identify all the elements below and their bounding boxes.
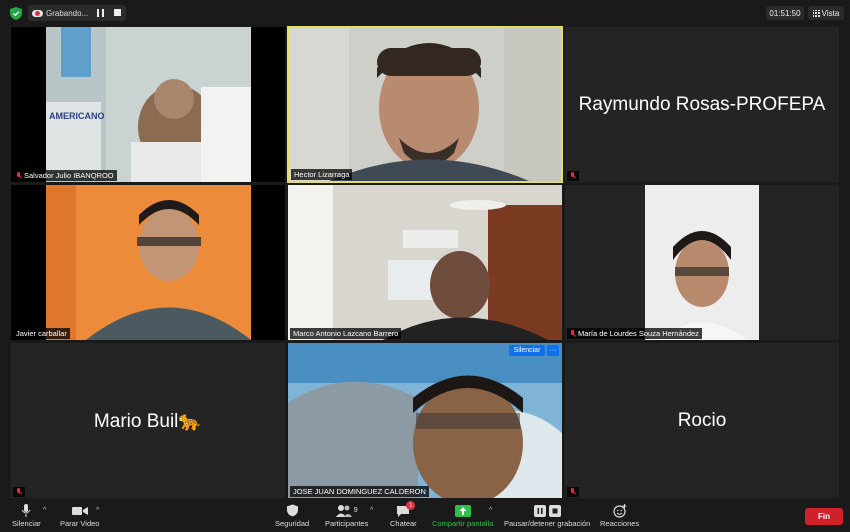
meeting-toolbar: Silenciar ^ Parar Video ^ Seguridad 9 Pa… xyxy=(0,500,850,532)
mute-button[interactable]: Silenciar xyxy=(12,503,41,528)
muted-mic-icon xyxy=(570,329,576,338)
participant-name: Hector Lizarraga xyxy=(294,170,350,179)
security-button[interactable]: Seguridad xyxy=(275,503,309,528)
muted-mic-icon xyxy=(16,171,22,180)
pause-stop-icon xyxy=(533,503,561,518)
grid-view-icon xyxy=(812,9,820,17)
participant-name-tag xyxy=(567,171,579,181)
stop-video-label: Parar Video xyxy=(60,519,100,528)
top-bar: Grabando... 01:51:50 Vista xyxy=(0,0,850,26)
participant-name-tag xyxy=(13,487,25,497)
participant-video xyxy=(11,185,285,340)
stop-recording-icon[interactable] xyxy=(114,9,121,16)
video-tile-hector[interactable]: Hector Lizarraga xyxy=(287,26,563,183)
participants-count: 9 xyxy=(353,507,358,514)
video-tile-mario[interactable]: Mario Buil🐆 xyxy=(11,343,285,498)
participant-name-tag: Hector Lizarraga xyxy=(291,169,353,180)
video-tile-salvador[interactable]: AMERICANO Salvador Julio IBANQROO xyxy=(11,27,285,182)
chevron-up-icon[interactable]: ^ xyxy=(489,507,492,514)
muted-mic-icon xyxy=(16,488,22,496)
video-tile-marco[interactable]: Marco Antonio Lazcano Barrero xyxy=(288,185,562,340)
shield-icon xyxy=(286,503,298,518)
participant-name-tag: María de Lourdes Souza Hernández xyxy=(567,328,702,339)
video-tile-rocio[interactable]: Rocio xyxy=(565,343,839,498)
cloud-record-icon xyxy=(32,9,43,17)
participant-name: Javier carballar xyxy=(16,329,67,338)
security-shield-icon[interactable] xyxy=(10,7,22,20)
emoji-plus-icon xyxy=(612,503,627,518)
end-meeting-button[interactable]: Fin xyxy=(805,508,843,525)
participant-name-tag: Javier carballar xyxy=(13,328,70,339)
muted-mic-icon xyxy=(570,488,576,496)
participant-video xyxy=(565,185,839,340)
chat-icon: 1 xyxy=(396,501,416,518)
video-tile-raymundo[interactable]: Raymundo Rosas-PROFEPA xyxy=(565,27,839,182)
participant-video: AMERICANO xyxy=(11,27,285,182)
participant-video xyxy=(288,343,562,498)
participant-name-tag xyxy=(567,487,579,497)
mute-participant-button[interactable]: Silenciar xyxy=(509,345,545,356)
video-tile-jose-juan[interactable]: Silenciar ··· JOSE JUAN DOMINGUEZ CALDER… xyxy=(288,343,562,498)
participants-button[interactable]: 9 Participantes xyxy=(325,503,368,528)
participant-video xyxy=(289,28,561,181)
reactions-button[interactable]: Reacciones xyxy=(600,503,639,528)
view-button[interactable]: Vista xyxy=(808,6,844,20)
chevron-up-icon[interactable]: ^ xyxy=(370,507,373,514)
share-screen-icon xyxy=(454,503,471,518)
video-camera-icon xyxy=(71,503,88,518)
chat-badge: 1 xyxy=(406,501,416,510)
video-tile-javier[interactable]: Javier carballar xyxy=(11,185,285,340)
recording-indicator: Grabando... xyxy=(28,5,126,21)
microphone-icon xyxy=(21,503,31,518)
participant-display-name: Mario Buil🐆 xyxy=(93,410,203,432)
chat-button[interactable]: 1 Chatear xyxy=(390,501,417,528)
participant-name: Marco Antonio Lazcano Barrero xyxy=(293,329,399,338)
chevron-up-icon[interactable]: ^ xyxy=(96,507,99,514)
more-options-button[interactable]: ··· xyxy=(547,345,559,356)
recording-label: Grabando... xyxy=(46,8,89,18)
reactions-label: Reacciones xyxy=(600,519,640,528)
participant-display-name: Rocio xyxy=(677,409,727,431)
participant-name-tag: JOSE JUAN DOMINGUEZ CALDERON xyxy=(290,486,429,497)
pause-recording-icon[interactable] xyxy=(97,9,104,17)
meeting-timer: 01:51:50 xyxy=(766,6,804,20)
security-label: Seguridad xyxy=(275,519,310,528)
participant-name: JOSE JUAN DOMINGUEZ CALDERON xyxy=(293,487,426,496)
share-screen-label: Compartir pantalla xyxy=(432,519,494,528)
view-label: Vista xyxy=(821,8,840,18)
participant-video xyxy=(288,185,562,340)
svg-text:AMERICANO: AMERICANO xyxy=(49,111,105,121)
participant-name: María de Lourdes Souza Hernández xyxy=(578,329,699,338)
participant-name-tag: Salvador Julio IBANQROO xyxy=(13,170,117,181)
participants-label: Participantes xyxy=(325,519,369,528)
pause-stop-recording-label: Pausar/detener grabación xyxy=(504,519,591,528)
chevron-up-icon[interactable]: ^ xyxy=(43,507,46,514)
participant-display-name: Raymundo Rosas-PROFEPA xyxy=(578,93,826,115)
share-screen-button[interactable]: Compartir pantalla xyxy=(432,503,493,528)
muted-mic-icon xyxy=(570,172,576,180)
chat-label: Chatear xyxy=(390,519,417,528)
video-tile-maria[interactable]: María de Lourdes Souza Hernández xyxy=(565,185,839,340)
pause-stop-recording-button[interactable]: Pausar/detener grabación xyxy=(504,503,590,528)
mute-label: Silenciar xyxy=(12,519,41,528)
participant-name: Salvador Julio IBANQROO xyxy=(24,171,114,180)
participant-name-tag: Marco Antonio Lazcano Barrero xyxy=(290,328,402,339)
stop-video-button[interactable]: Parar Video xyxy=(60,503,99,528)
participants-icon: 9 xyxy=(335,503,358,518)
